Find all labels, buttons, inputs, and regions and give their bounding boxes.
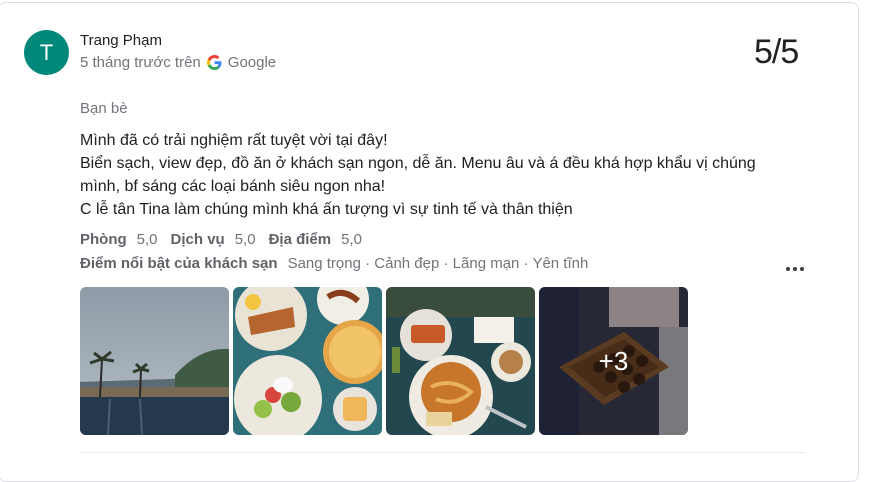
google-g-icon — [206, 55, 222, 70]
review-text-line: mình, bf sáng các loại bánh siêu ngon nh… — [80, 178, 386, 195]
review-score: 5/5 — [754, 33, 799, 71]
avatar[interactable]: T — [24, 30, 69, 75]
review-text-line: Biển sạch, view đẹp, đồ ăn ở khách sạn n… — [80, 155, 756, 172]
review-time: 5 tháng trước trên — [80, 54, 201, 71]
sub-rating-value: 5,0 — [341, 231, 362, 248]
sub-rating-value: 5,0 — [136, 231, 158, 248]
photo-beach-pool[interactable] — [80, 287, 229, 435]
source-name: Google — [227, 54, 277, 71]
sub-rating-label: Dịch vụ — [170, 231, 225, 248]
sub-ratings: Phòng 5,0 Dịch vụ 5,0 Địa điểm 5,0 — [80, 231, 375, 248]
divider — [80, 452, 805, 453]
sub-rating-value: 5,0 — [234, 231, 256, 248]
review-text-line: C lễ tân Tina làm chúng mình khá ấn tượn… — [80, 201, 573, 218]
photo-cakes[interactable]: +3 — [539, 287, 688, 435]
review-photos: +3 — [80, 287, 688, 435]
review-text-line: Mình đã có trải nghiệm rất tuyệt vời tại… — [80, 132, 388, 149]
highlights-label: Điểm nổi bật của khách sạn — [80, 255, 278, 272]
sub-rating-label: Phòng — [80, 231, 127, 248]
avatar-letter: T — [39, 39, 54, 65]
highlights-values: Sang trọng · Cảnh đẹp · Lãng mạn · Yên t… — [287, 255, 589, 272]
review-meta: 5 tháng trước trên Google — [80, 54, 276, 71]
more-photos-count[interactable]: +3 — [539, 287, 688, 435]
photo-food-1[interactable] — [233, 287, 382, 435]
more-vert-icon[interactable] — [782, 260, 808, 278]
hotel-highlights: Điểm nổi bật của khách sạn Sang trọng · … — [80, 255, 588, 272]
relation-label: Bạn bè — [80, 100, 128, 117]
photo-food-2[interactable] — [386, 287, 535, 435]
review-text: Mình đã có trải nghiệm rất tuyệt vời tại… — [80, 129, 780, 221]
author-name[interactable]: Trang Phạm — [80, 32, 162, 49]
sub-rating-label: Địa điểm — [268, 231, 332, 248]
